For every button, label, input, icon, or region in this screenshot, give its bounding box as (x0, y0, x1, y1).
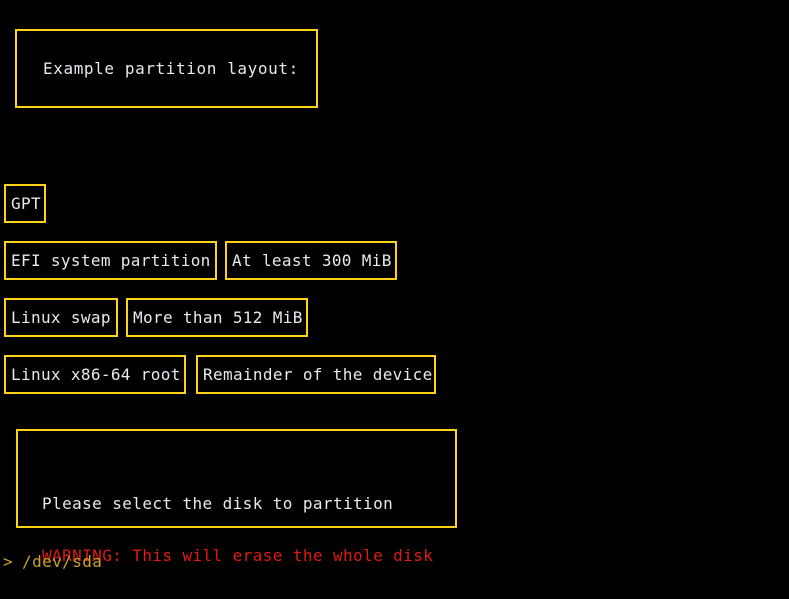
disk-selection-dialog: Please select the disk to partition WARN… (16, 429, 457, 565)
partition-name-cell: Linux swap (4, 298, 118, 337)
partition-table-row-scheme: GPT (0, 184, 789, 241)
disk-path-input-line[interactable]: > /dev/sda (3, 554, 102, 570)
partition-table-row-efi: EFI system partition At least 300 MiB (0, 241, 789, 298)
disk-path-input[interactable]: /dev/sda (13, 554, 102, 570)
partition-name-cell: GPT (4, 184, 46, 223)
partition-table-row-swap: Linux swap More than 512 MiB (0, 298, 789, 355)
example-layout-banner: Example partition layout: (15, 29, 318, 108)
partition-table-row-root: Linux x86-64 root Remainder of the device (0, 355, 789, 412)
partition-size-cell: At least 300 MiB (225, 241, 397, 280)
partition-size-cell: Remainder of the device (196, 355, 436, 394)
dialog-instruction-text: Please select the disk to partition (42, 494, 394, 513)
partition-size-cell: More than 512 MiB (126, 298, 308, 337)
prompt-caret-icon: > (3, 552, 14, 571)
partition-layout-table: GPT EFI system partition At least 300 MiB L… (0, 184, 789, 412)
partition-name-cell: EFI system partition (4, 241, 217, 280)
page-title: Example partition layout: (43, 58, 299, 78)
partition-name-cell: Linux x86-64 root (4, 355, 186, 394)
dialog-message-group: Please select the disk to partition WARN… (42, 462, 433, 598)
